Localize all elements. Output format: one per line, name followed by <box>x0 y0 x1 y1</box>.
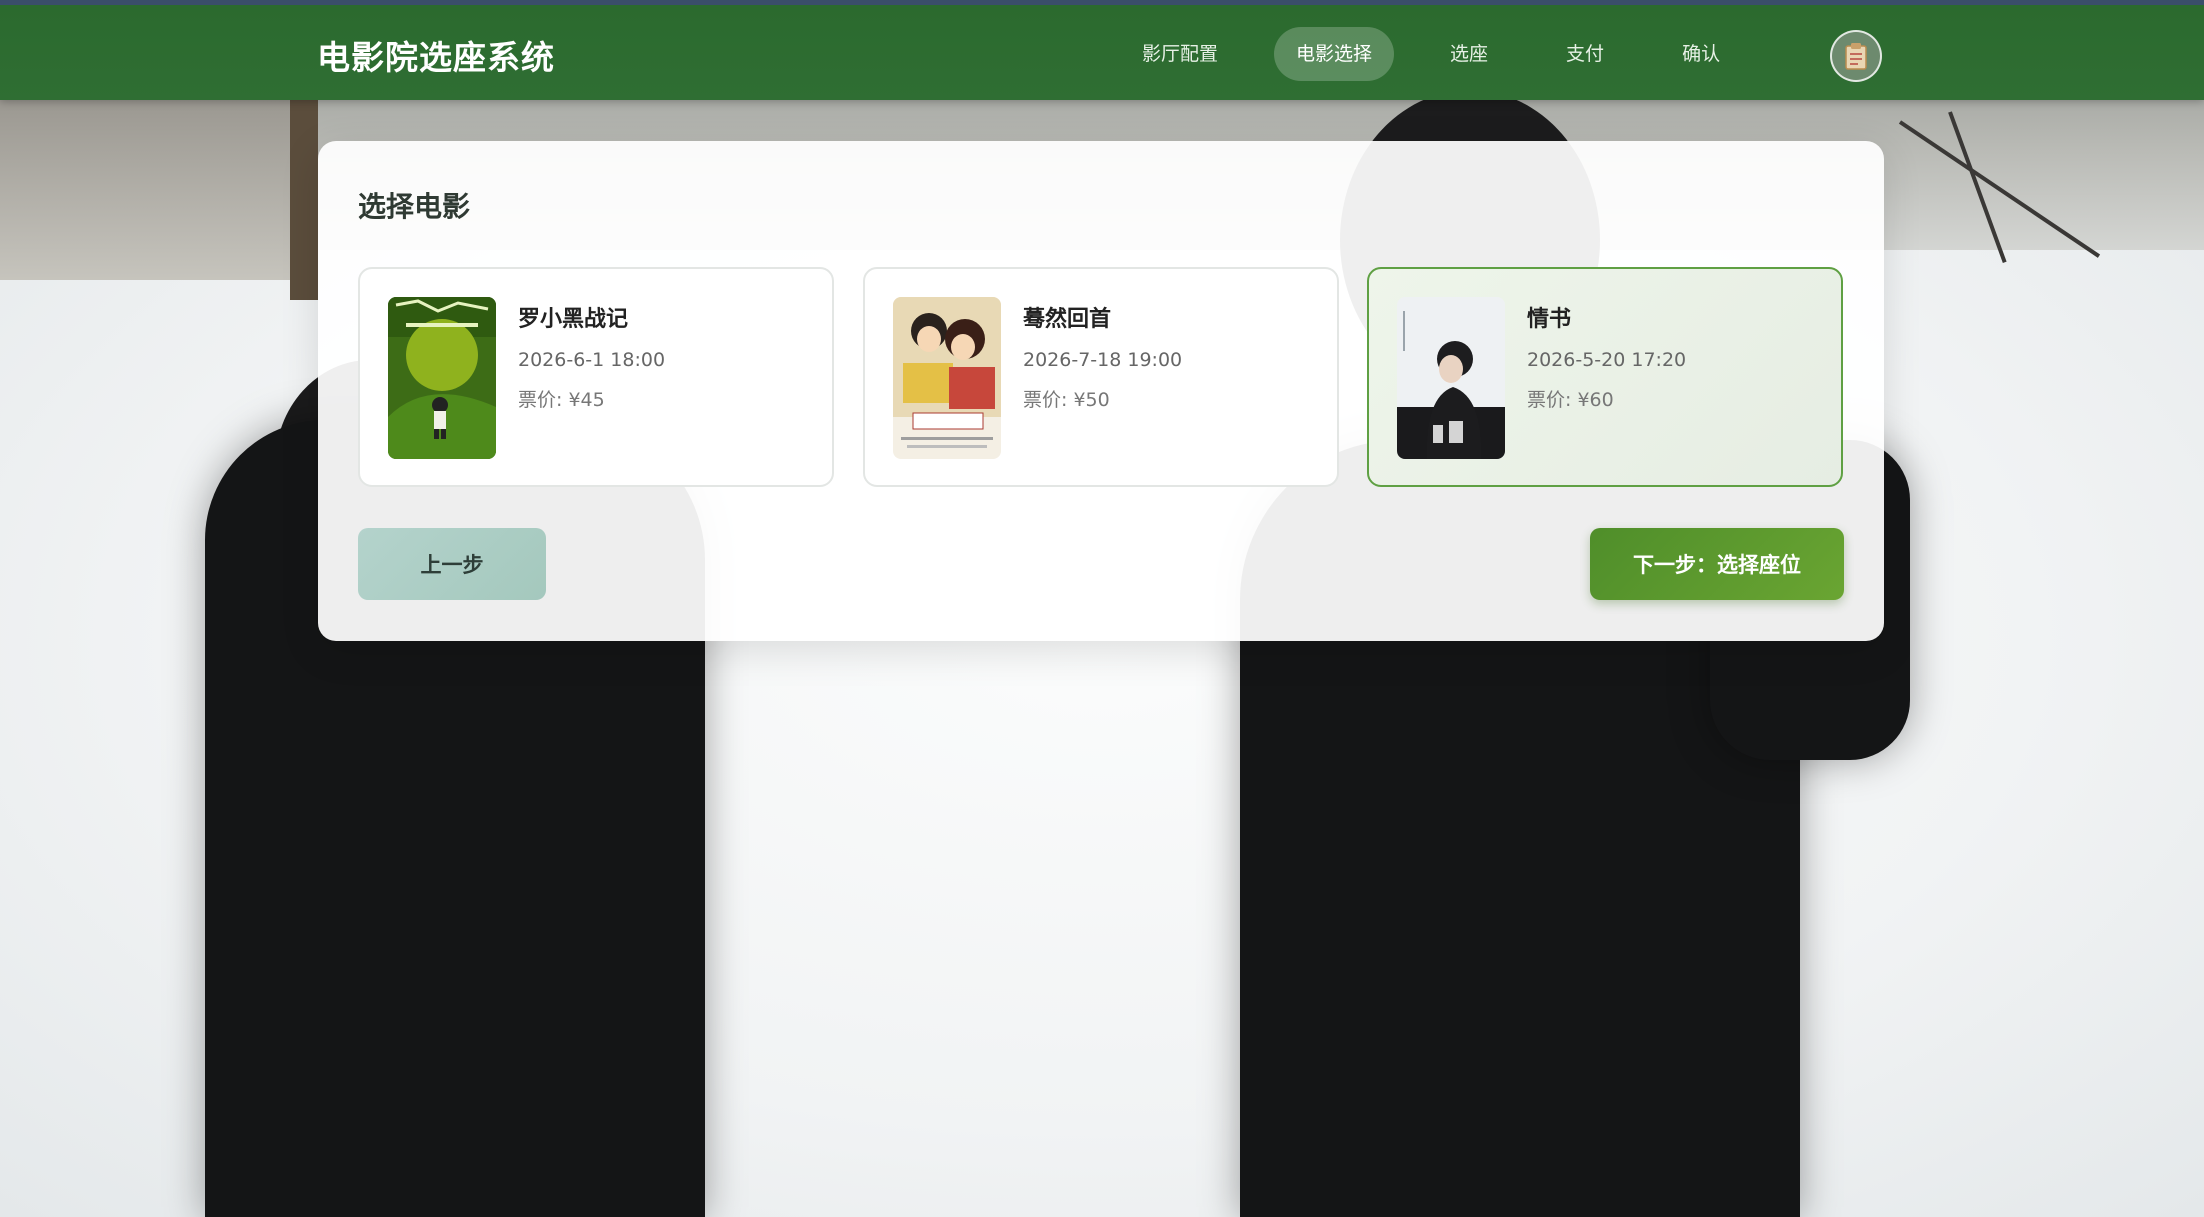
movie-price: 票价: ¥45 <box>518 389 605 411</box>
clipboard-icon <box>1845 43 1867 70</box>
poster-image <box>893 297 1001 459</box>
movie-card-selected[interactable]: 情书 2026-5-20 17:20 票价: ¥60 <box>1367 267 1843 487</box>
movie-price: 票价: ¥60 <box>1527 389 1614 411</box>
poster-image <box>388 297 496 459</box>
next-step-button[interactable]: 下一步：选择座位 <box>1590 528 1844 600</box>
nav-item-seat-select[interactable]: 选座 <box>1428 27 1510 81</box>
movie-title: 蓦然回首 <box>1023 307 1112 332</box>
movie-card[interactable]: 罗小黑战记 2026-6-1 18:00 票价: ¥45 <box>358 267 834 487</box>
nav-item-movie-select[interactable]: 电影选择 <box>1274 27 1395 81</box>
background-post <box>290 100 318 300</box>
movie-title: 罗小黑战记 <box>518 307 629 332</box>
movie-showtime: 2026-7-18 19:00 <box>1023 349 1183 371</box>
prev-step-button[interactable]: 上一步 <box>358 528 546 600</box>
poster-image <box>1397 297 1505 459</box>
movie-list: 罗小黑战记 2026-6-1 18:00 票价: ¥45 蓦然回首 2026-7… <box>358 267 1844 487</box>
panel-title: 选择电影 <box>358 190 471 223</box>
movie-selection-panel: 选择电影 罗小黑战记 2026-6-1 18:00 票价: ¥45 蓦然回首 2… <box>318 141 1884 641</box>
background-building <box>0 100 300 280</box>
nav-item-payment[interactable]: 支付 <box>1544 27 1626 81</box>
movie-showtime: 2026-6-1 18:00 <box>518 349 666 371</box>
movie-showtime: 2026-5-20 17:20 <box>1527 349 1687 371</box>
user-avatar-button[interactable] <box>1830 30 1882 82</box>
movie-title: 情书 <box>1527 307 1572 332</box>
app-title: 电影院选座系统 <box>317 38 555 77</box>
nav-item-hall-config[interactable]: 影厅配置 <box>1120 27 1240 81</box>
movie-poster <box>388 297 496 459</box>
movie-price: 票价: ¥50 <box>1023 389 1110 411</box>
movie-poster <box>1397 297 1505 459</box>
movie-card[interactable]: 蓦然回首 2026-7-18 19:00 票价: ¥50 <box>863 267 1339 487</box>
top-navbar: 电影院选座系统 影厅配置 电影选择 选座 支付 确认 <box>0 0 2204 100</box>
movie-poster <box>893 297 1001 459</box>
nav-item-confirm[interactable]: 确认 <box>1660 27 1742 81</box>
step-nav: 影厅配置 电影选择 选座 支付 确认 <box>1120 27 1776 81</box>
